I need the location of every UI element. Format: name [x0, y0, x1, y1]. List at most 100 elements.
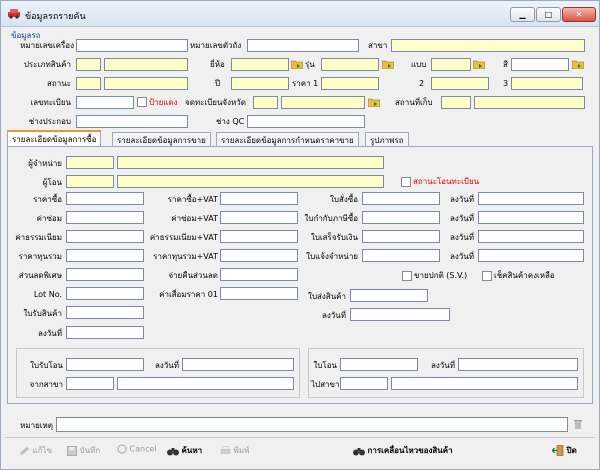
- price1-input[interactable]: [321, 77, 379, 90]
- storage-code-input[interactable]: [441, 96, 471, 109]
- folder-icon[interactable]: [473, 59, 485, 69]
- from-branch-name-input[interactable]: [117, 377, 294, 390]
- brand-input[interactable]: [231, 58, 289, 71]
- tab-price-setting[interactable]: รายละเอียดข้อมูลการกำหนดราคาขาย: [216, 132, 359, 146]
- payment-receipt-date-input[interactable]: [478, 230, 584, 243]
- discount-return-input[interactable]: [220, 268, 298, 281]
- check-remain-checkbox[interactable]: [482, 271, 492, 281]
- fee-vat-input[interactable]: [220, 230, 298, 243]
- cost-vat-input[interactable]: [220, 192, 298, 205]
- body-no-input[interactable]: [247, 39, 359, 52]
- status-code-input[interactable]: [76, 77, 101, 90]
- movement-button[interactable]: การเคลื่อนไหวของสินค้า: [353, 444, 453, 457]
- folder-icon[interactable]: [382, 59, 394, 69]
- tax-invoice-date-input[interactable]: [478, 211, 584, 224]
- price2-input[interactable]: [431, 77, 489, 90]
- edit-button[interactable]: แก้ไข: [19, 444, 52, 457]
- transferee-name-input[interactable]: [117, 175, 384, 188]
- payment-receipt-input[interactable]: [362, 230, 440, 243]
- sv-label: ขายปกติ (S.V.): [414, 271, 468, 280]
- delivery-date-input[interactable]: [350, 308, 450, 321]
- from-branch-code-input[interactable]: [66, 377, 114, 390]
- folder-icon[interactable]: [368, 97, 380, 107]
- red-plate-checkbox[interactable]: [137, 97, 147, 107]
- receive-transfer-input[interactable]: [66, 358, 144, 371]
- close-icon[interactable]: ✕: [562, 7, 596, 22]
- repair-input[interactable]: [66, 211, 144, 224]
- storage-name-input[interactable]: [474, 96, 585, 109]
- receipt-note-input[interactable]: [66, 306, 144, 319]
- sale-notice-date-input[interactable]: [478, 249, 584, 262]
- total-cost-vat-input[interactable]: [220, 249, 298, 262]
- close-button[interactable]: ปิด: [551, 444, 577, 457]
- tab-sale[interactable]: รายละเอียดข้อมูลการขาย: [112, 132, 211, 146]
- reg-no-input[interactable]: [76, 96, 134, 109]
- total-cost-input[interactable]: [66, 249, 144, 262]
- po-input[interactable]: [362, 192, 440, 205]
- color-label: สี: [503, 60, 508, 69]
- transfer-input[interactable]: [340, 358, 418, 371]
- folder-icon[interactable]: [291, 59, 303, 69]
- tab-car-images[interactable]: รูปภาพรถ: [365, 132, 409, 146]
- brand-label: ยี่ห้อ: [210, 60, 225, 69]
- sale-notice-input[interactable]: [362, 249, 440, 262]
- transfer-date-input[interactable]: [458, 358, 578, 371]
- po-date-input[interactable]: [478, 192, 584, 205]
- folder-icon[interactable]: [572, 59, 584, 69]
- printer-icon: [220, 445, 231, 454]
- price-loss-input[interactable]: [220, 287, 298, 300]
- transfer-out-frame: ใบโอน ลงวันที่ ไปสาขา: [308, 348, 584, 398]
- payment-receipt-label: ใบเสร็จรับเงิน: [310, 233, 358, 242]
- search-label: ค้นหา: [181, 446, 203, 455]
- reg-province-code-input[interactable]: [253, 96, 278, 109]
- check-remain-label: เช็คสินค้าคงเหลือ: [494, 271, 555, 280]
- lot-input[interactable]: [66, 287, 144, 300]
- seller-code-input[interactable]: [66, 156, 114, 169]
- receipt-date-input[interactable]: [66, 326, 144, 339]
- to-branch-name-input[interactable]: [391, 377, 578, 390]
- product-type-code-input[interactable]: [76, 58, 101, 71]
- status-name-input[interactable]: [104, 77, 188, 90]
- trash-icon[interactable]: [573, 419, 583, 430]
- product-type-name-input[interactable]: [104, 58, 188, 71]
- assembler-input[interactable]: [76, 115, 188, 128]
- color-input[interactable]: [511, 58, 569, 71]
- tax-invoice-input[interactable]: [362, 211, 440, 224]
- cancel-button[interactable]: Cancel: [117, 444, 157, 454]
- lot-label: Lot No.: [33, 290, 62, 299]
- to-branch-code-input[interactable]: [340, 377, 388, 390]
- branch-label: สาขา: [368, 41, 388, 50]
- model-input[interactable]: [321, 58, 379, 71]
- fee-input[interactable]: [66, 230, 144, 243]
- sv-checkbox[interactable]: [402, 271, 412, 281]
- transfer-date-label: ลงวันที่: [430, 361, 455, 370]
- discount-return-label: จ่ายคืนส่วนลด: [168, 271, 218, 280]
- special-discount-input[interactable]: [66, 268, 144, 281]
- price-loss-label: ค่าเสื่อมราคา 01: [159, 290, 218, 299]
- cost-input[interactable]: [66, 192, 144, 205]
- minimize-icon[interactable]: ▁: [510, 7, 535, 22]
- total-cost-vat-label: ราคาทุนรวม+VAT: [153, 252, 218, 261]
- seller-label: ผู้จำหน่าย: [28, 159, 62, 168]
- reg-transfer-checkbox[interactable]: [401, 177, 411, 187]
- tax-invoice-label: ใบกำกับภาษีซื้อ: [304, 214, 358, 223]
- transferee-code-input[interactable]: [66, 175, 114, 188]
- reg-province-name-input[interactable]: [281, 96, 365, 109]
- maximize-icon[interactable]: □: [536, 7, 561, 22]
- remark-input[interactable]: [56, 417, 568, 432]
- price3-input[interactable]: [511, 77, 583, 90]
- receive-transfer-date-input[interactable]: [182, 358, 294, 371]
- repair-vat-input[interactable]: [220, 211, 298, 224]
- assembler-label: ช่างประกอบ: [28, 117, 71, 126]
- year-input[interactable]: [231, 77, 289, 90]
- style-input[interactable]: [431, 58, 471, 71]
- delivery-note-input[interactable]: [350, 289, 428, 302]
- qc-input[interactable]: [247, 115, 365, 128]
- print-button[interactable]: พิมพ์: [220, 444, 249, 457]
- branch-input[interactable]: [391, 39, 585, 52]
- search-button[interactable]: ค้นหา: [167, 444, 202, 457]
- chassis-no-input[interactable]: [76, 39, 188, 52]
- tab-purchase[interactable]: รายละเอียดข้อมูลการซื้อ: [7, 130, 102, 147]
- save-button[interactable]: บันทึก: [67, 444, 100, 457]
- seller-name-input[interactable]: [117, 156, 384, 169]
